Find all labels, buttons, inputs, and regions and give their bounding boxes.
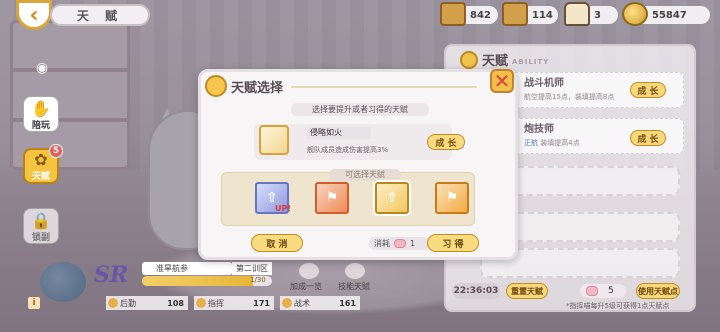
locked-label: 锁副 bbox=[31, 233, 50, 243]
resource-value: 114 bbox=[532, 9, 553, 21]
grow-button[interactable]: 成 长 bbox=[630, 130, 666, 146]
ability-name: 战斗机师 bbox=[524, 78, 564, 89]
stat-label: 战术 bbox=[294, 298, 310, 308]
stat-value: 108 bbox=[167, 298, 184, 308]
stat-value: 161 bbox=[339, 298, 356, 308]
rank-label: 准旱航参 bbox=[142, 262, 232, 275]
cost-indicator: 消耗 1 bbox=[369, 237, 429, 250]
reset-timer: 22:36:03 bbox=[452, 283, 500, 299]
title-divider bbox=[291, 86, 477, 88]
ability-subtitle: ABILITY bbox=[512, 57, 550, 66]
talent-point-counter: 5 bbox=[580, 284, 626, 298]
talent-option-armor[interactable]: ⚑ bbox=[315, 182, 349, 214]
stat-icon bbox=[196, 298, 206, 308]
paw-gear-icon: ✿ bbox=[34, 150, 48, 169]
chevron-left-icon: ‹ bbox=[29, 2, 39, 28]
close-button[interactable]: ✕ bbox=[490, 69, 514, 93]
use-talent-point-button[interactable]: 使用天赋点 bbox=[636, 283, 680, 299]
dialog-title: 天赋选择 bbox=[231, 80, 284, 96]
xp-fill bbox=[142, 276, 253, 286]
grow-button[interactable]: 成 长 bbox=[427, 134, 465, 150]
armor-icon: ⚑ bbox=[325, 190, 339, 206]
resource-value: 3 bbox=[594, 9, 601, 21]
talent-label: 天赋 bbox=[31, 172, 50, 182]
stat-icon bbox=[282, 298, 292, 308]
cancel-button[interactable]: 取 消 bbox=[251, 234, 303, 252]
resource-chest[interactable]: 842 bbox=[440, 2, 498, 26]
available-talents-header: 可选择天赋 bbox=[329, 169, 401, 181]
page-title: 天 赋 bbox=[50, 4, 150, 26]
stat-command: 指挥 171 bbox=[194, 296, 274, 310]
ability-desc: 航空提高15点，装填提高8点 bbox=[524, 93, 615, 101]
bonus-overview-label[interactable]: 加成一览 bbox=[290, 281, 322, 292]
stat-label: 后勤 bbox=[120, 298, 136, 308]
rarity-label: SR bbox=[94, 262, 129, 288]
notification-badge: 5 bbox=[49, 144, 63, 158]
xp-text: 1/30 bbox=[250, 276, 266, 284]
ability-title: 天赋 bbox=[482, 54, 509, 69]
paw-gear-icon bbox=[205, 75, 227, 97]
ability-desc-text: 装填提高4点 bbox=[540, 139, 580, 147]
grow-button[interactable]: 成 长 bbox=[630, 82, 666, 98]
dialog-caption: 选择要提升或者习得的天赋 bbox=[291, 103, 429, 116]
talent-gem-icon bbox=[394, 239, 406, 248]
talent-footnote: *指挥喵每升5级可获得1点天赋点 bbox=[566, 302, 670, 310]
stat-icon bbox=[108, 298, 118, 308]
play-button[interactable]: ✋ 陪玩 bbox=[23, 96, 59, 132]
wooden-crate-icon bbox=[502, 2, 528, 26]
bonus-overview-icon[interactable] bbox=[298, 262, 320, 280]
rank-area: 第二训区 bbox=[232, 262, 272, 275]
up-tag: UP! bbox=[275, 204, 292, 213]
ability-desc-prefix: 正航 bbox=[524, 139, 538, 147]
stat-value: 171 bbox=[253, 298, 270, 308]
talent-gem-icon bbox=[586, 286, 598, 296]
skill-talent-label[interactable]: 技能天赋 bbox=[338, 281, 370, 292]
paw-icon bbox=[460, 50, 478, 69]
skill-talent-icon[interactable] bbox=[344, 262, 366, 280]
eye-icon[interactable]: ◉ bbox=[32, 60, 52, 76]
treasure-chest-icon bbox=[440, 2, 466, 26]
talent-option-flag[interactable]: ⚑ bbox=[435, 182, 469, 214]
selected-talent-name: 侵略如火 bbox=[307, 127, 371, 139]
selected-talent-icon bbox=[259, 125, 289, 155]
lock-icon: 🔒 bbox=[31, 211, 51, 230]
dialog-header: 天赋选择 bbox=[205, 75, 283, 97]
flag-icon: ⚑ bbox=[445, 190, 459, 206]
resource-coins[interactable]: 55847 bbox=[622, 2, 710, 26]
reset-talent-button[interactable]: 重置天赋 bbox=[506, 283, 548, 299]
stat-logistics: 后勤 108 bbox=[106, 296, 188, 310]
ability-desc: 正航 装填提高4点 bbox=[524, 138, 580, 148]
cake-box-icon bbox=[564, 2, 590, 26]
talent-point-value: 5 bbox=[608, 286, 614, 296]
locked-button[interactable]: 🔒 锁副 bbox=[23, 208, 59, 244]
info-icon[interactable]: i bbox=[28, 297, 40, 309]
close-icon: ✕ bbox=[493, 69, 511, 93]
resource-value: 55847 bbox=[652, 9, 687, 21]
cost-label: 消耗 bbox=[374, 239, 390, 248]
hand-icon: ✋ bbox=[31, 99, 51, 118]
gold-coin-icon bbox=[622, 2, 648, 26]
talent-button[interactable]: ✿ 天赋 5 bbox=[23, 144, 63, 184]
talent-option-selected[interactable]: ⇧ bbox=[375, 182, 409, 214]
resource-crate[interactable]: 114 bbox=[502, 2, 558, 26]
ability-header: 天赋 ABILITY bbox=[460, 50, 549, 69]
chevron-up-icon: ⇧ bbox=[386, 190, 398, 206]
selected-talent-desc: 舰队成员造成伤害提高3% bbox=[307, 146, 389, 154]
learn-button[interactable]: 习 得 bbox=[427, 234, 479, 252]
cost-value: 1 bbox=[410, 239, 416, 248]
stat-label: 指挥 bbox=[208, 298, 224, 308]
resource-cake[interactable]: 3 bbox=[564, 2, 618, 26]
talent-selection-dialog: 天赋选择 ✕ 选择要提升或者习得的天赋 侵略如火 舰队成员造成伤害提高3% 成 … bbox=[198, 69, 518, 260]
rank-text: 准旱航参 bbox=[156, 264, 188, 273]
play-label: 陪玩 bbox=[31, 121, 50, 131]
stat-tactics: 战术 161 bbox=[280, 296, 360, 310]
ability-name: 炮技师 bbox=[524, 124, 554, 135]
resource-value: 842 bbox=[470, 9, 491, 21]
